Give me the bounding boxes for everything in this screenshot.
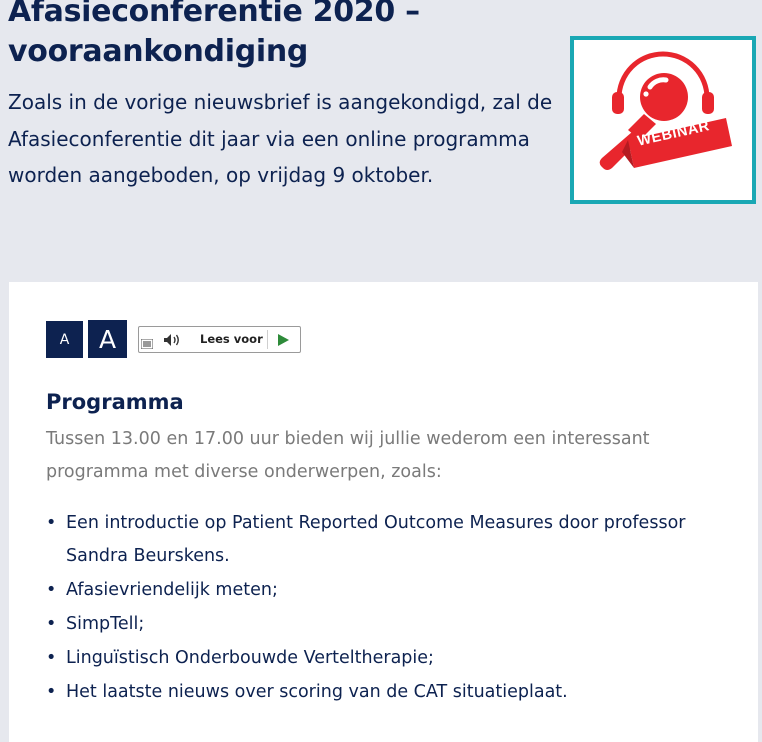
list-item: • Een introductie op Patient Reported Out… bbox=[46, 507, 736, 573]
speaker-icon bbox=[164, 334, 179, 346]
article-intro: Zoals in de vorige nieuwsbrief is aangek… bbox=[8, 90, 553, 187]
list-item-text: Het laatste nieuws over scoring van de C… bbox=[66, 682, 568, 702]
section-intro: Tussen 13.00 en 17.00 uur bieden wij jul… bbox=[46, 429, 650, 482]
read-aloud-player[interactable]: Lees voor bbox=[138, 326, 301, 353]
list-item-text: SimpTell; bbox=[66, 614, 145, 634]
bullet: • bbox=[46, 648, 57, 668]
font-size-small-button[interactable]: A bbox=[46, 321, 83, 358]
font-size-large-button[interactable]: A bbox=[88, 320, 127, 358]
divider bbox=[267, 330, 268, 349]
play-icon[interactable] bbox=[278, 334, 289, 346]
list-item: • SimpTell; bbox=[46, 608, 736, 641]
bullet: • bbox=[46, 580, 57, 600]
page-title: Afasieconferentie 2020 – vooraankondigin… bbox=[8, 0, 420, 69]
list-item: • Het laatste nieuws over scoring van de … bbox=[46, 676, 736, 709]
section-heading: Programma bbox=[46, 390, 184, 414]
webinar-image: WEBINAR bbox=[570, 36, 756, 204]
topic-list: • Een introductie op Patient Reported Out… bbox=[46, 507, 736, 710]
bullet: • bbox=[46, 614, 57, 634]
list-item: • Afasievriendelijk meten; bbox=[46, 574, 736, 607]
list-item: • Linguïstisch Onderbouwde Verteltherapie… bbox=[46, 642, 736, 675]
list-item-text: Een introductie op Patient Reported Outc… bbox=[66, 513, 686, 566]
article-card: A A Lees voor Programma Tussen 13.00 en … bbox=[9, 282, 758, 742]
menu-icon[interactable] bbox=[141, 339, 153, 349]
bullet: • bbox=[46, 513, 57, 533]
bullet: • bbox=[46, 682, 57, 702]
list-item-text: Linguïstisch Onderbouwde Verteltherapie; bbox=[66, 648, 434, 668]
read-aloud-label[interactable]: Lees voor bbox=[200, 332, 263, 346]
list-item-text: Afasievriendelijk meten; bbox=[66, 580, 278, 600]
